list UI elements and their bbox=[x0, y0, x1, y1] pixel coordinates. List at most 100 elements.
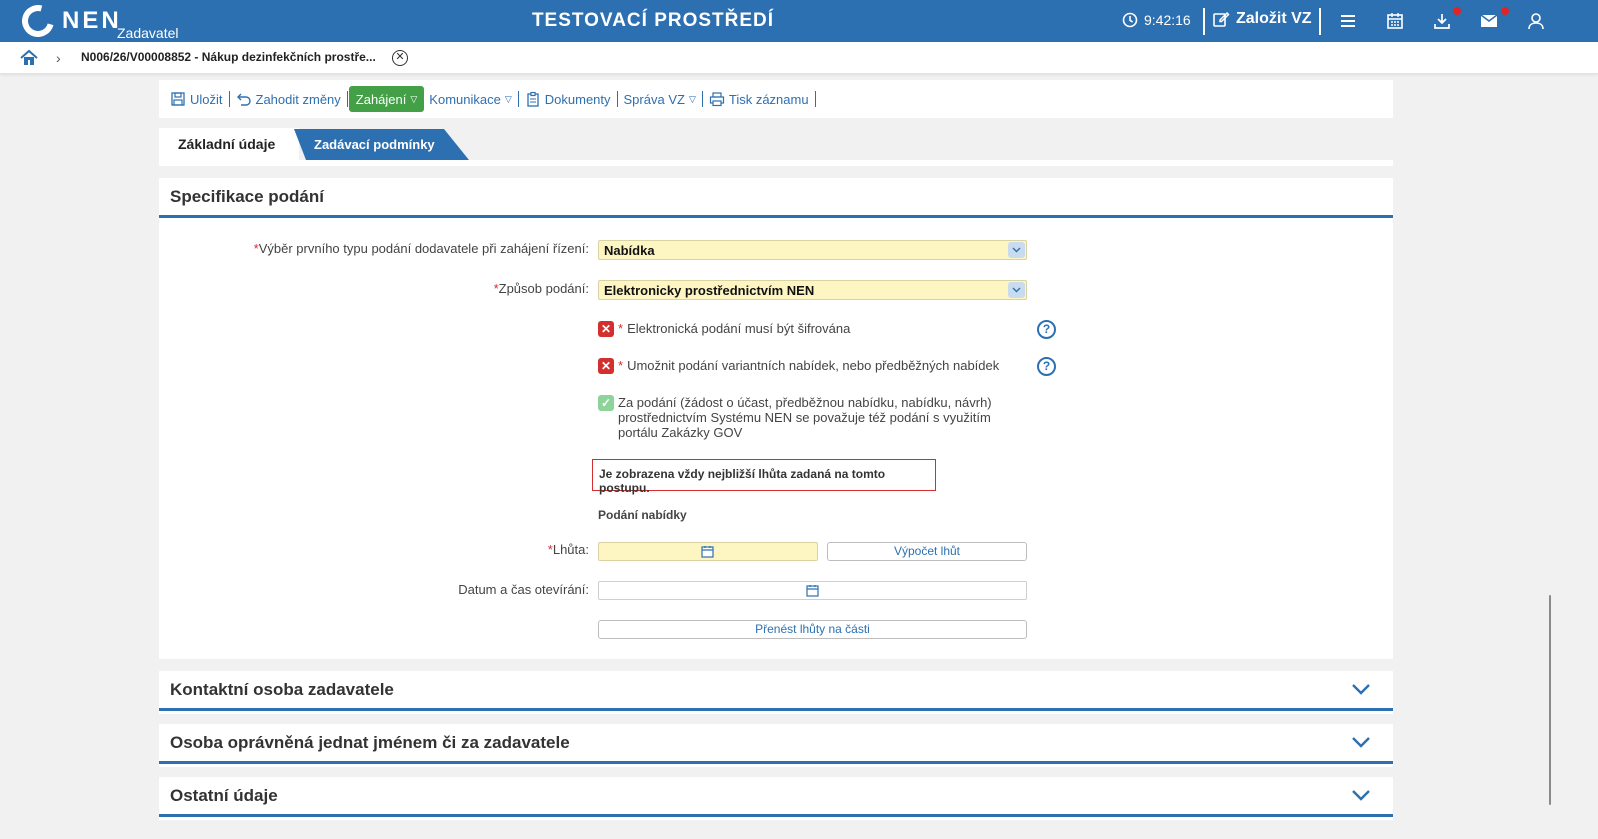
help-icon[interactable]: ? bbox=[1037, 320, 1056, 339]
triangle-down-icon: ▽ bbox=[410, 93, 418, 104]
discard-changes-button[interactable]: Zahodit změny bbox=[231, 88, 346, 110]
printer-icon bbox=[709, 92, 724, 107]
tab-basic-label: Základní údaje bbox=[178, 136, 276, 152]
tab-tender-conditions[interactable]: Zadávací podmínky bbox=[294, 129, 469, 160]
session-clock: 9:42:16 bbox=[1122, 12, 1191, 28]
chevron-down-icon[interactable] bbox=[1351, 682, 1371, 696]
encrypted-checkbox-row: ✕ * Elektronická podání musí být šifrován… bbox=[598, 321, 850, 337]
start-menu-button[interactable]: Zahájení ▽ bbox=[348, 86, 425, 112]
section-title: Ostatní údaje bbox=[170, 785, 278, 805]
tab-bar: Základní údaje Zadávací podmínky bbox=[159, 128, 1393, 160]
contact-person-section[interactable]: Kontaktní osoba zadavatele bbox=[159, 671, 1393, 714]
save-label: Uložit bbox=[190, 91, 223, 107]
help-icon[interactable]: ? bbox=[1037, 357, 1056, 376]
toolbar-divider bbox=[701, 91, 703, 107]
calendar-icon[interactable] bbox=[806, 584, 819, 597]
menu-icon[interactable] bbox=[1338, 11, 1358, 31]
calendar-icon[interactable] bbox=[1385, 11, 1405, 31]
submission-spec-section: Specifikace podání *Výběr prvního typu p… bbox=[159, 178, 1393, 659]
tab-panel-strip bbox=[159, 160, 1393, 166]
documents-button[interactable]: Dokumenty bbox=[520, 88, 616, 110]
deadline-input[interactable] bbox=[598, 542, 818, 561]
create-vz-button[interactable]: Založit VZ bbox=[1212, 10, 1312, 28]
deadline-label: *Lhůta: bbox=[547, 542, 589, 557]
variants-label: Umožnit podání variantních nabídek, nebo… bbox=[627, 358, 1000, 373]
manage-label: Správa VZ bbox=[623, 91, 685, 107]
variants-checkbox-row: ✕ * Umožnit podání variantních nabídek, n… bbox=[598, 358, 999, 374]
method-label-text: Způsob podání: bbox=[498, 281, 589, 296]
checked-icon[interactable]: ✓ bbox=[598, 395, 614, 411]
section-header: Specifikace podání bbox=[159, 178, 1393, 218]
toolbar-divider bbox=[616, 91, 618, 107]
toolbar-divider bbox=[228, 91, 230, 107]
documents-label: Dokumenty bbox=[544, 91, 611, 107]
breadcrumb-title[interactable]: N006/26/V00008852 - Nákup dezinfekčních … bbox=[81, 50, 376, 64]
gov-label: Za podání (žádost o účast, předběžnou na… bbox=[618, 395, 992, 440]
user-icon[interactable] bbox=[1526, 11, 1546, 31]
mail-notification-dot bbox=[1501, 7, 1509, 15]
mail-icon[interactable] bbox=[1479, 11, 1499, 31]
chevron-down-icon[interactable] bbox=[1351, 788, 1371, 802]
tab-basic-data[interactable]: Základní údaje bbox=[159, 128, 299, 160]
communication-menu-button[interactable]: Komunikace ▽ bbox=[424, 88, 516, 110]
scrollbar[interactable] bbox=[1549, 595, 1551, 805]
clock-time: 9:42:16 bbox=[1144, 12, 1191, 28]
chevron-down-icon[interactable] bbox=[1351, 735, 1371, 749]
top-header: NEN Zadavatel TESTOVACÍ PROSTŘEDÍ 9:42:1… bbox=[0, 0, 1598, 43]
chevron-right-icon: › bbox=[56, 50, 61, 66]
unchecked-x-icon[interactable]: ✕ bbox=[598, 358, 614, 374]
download-notification-dot bbox=[1453, 7, 1461, 15]
manage-vz-menu-button[interactable]: Správa VZ ▽ bbox=[619, 88, 701, 110]
transfer-deadlines-button[interactable]: Přenést lhůty na části bbox=[598, 620, 1027, 639]
first-type-value: Nabídka bbox=[604, 243, 655, 258]
deadline-notice: Je zobrazena vždy nejbližší lhůta zadaná… bbox=[592, 459, 936, 495]
home-icon[interactable] bbox=[20, 49, 38, 67]
triangle-down-icon: ▽ bbox=[504, 93, 512, 104]
header-divider bbox=[1203, 8, 1205, 35]
save-icon bbox=[171, 92, 185, 106]
breadcrumb: › N006/26/V00008852 - Nákup dezinfekčníc… bbox=[0, 42, 1598, 74]
section-header[interactable]: Osoba oprávněná jednat jménem či za zada… bbox=[159, 724, 1393, 764]
communication-label: Komunikace bbox=[429, 91, 501, 107]
download-icon[interactable] bbox=[1432, 11, 1452, 31]
first-type-label: *Výběr prvního typu podání dodavatele př… bbox=[253, 241, 589, 256]
section-title: Kontaktní osoba zadavatele bbox=[170, 679, 394, 699]
chevron-down-icon[interactable] bbox=[1008, 282, 1025, 298]
start-label: Zahájení bbox=[355, 91, 407, 107]
opening-label: Datum a čas otevírání: bbox=[458, 582, 589, 597]
clipboard-icon bbox=[527, 91, 539, 107]
other-data-section[interactable]: Ostatní údaje bbox=[159, 777, 1393, 820]
undo-icon bbox=[236, 93, 251, 106]
header-divider bbox=[1319, 8, 1321, 35]
first-type-label-text: Výběr prvního typu podání dodavatele při… bbox=[258, 241, 589, 256]
submission-method-select[interactable]: Elektronicky prostřednictvím NEN bbox=[598, 280, 1027, 300]
deadline-label-text: Lhůta: bbox=[552, 542, 589, 557]
offer-submission-subheading: Podání nabídky bbox=[598, 508, 687, 522]
print-label: Tisk záznamu bbox=[728, 91, 809, 107]
action-toolbar: Uložit Zahodit změny Zahájení ▽ Komunika… bbox=[159, 80, 1393, 118]
print-record-button[interactable]: Tisk záznamu bbox=[704, 88, 814, 110]
close-icon[interactable]: ✕ bbox=[392, 50, 408, 66]
encrypted-label: Elektronická podání musí být šifrována bbox=[627, 321, 851, 336]
create-vz-label: Založit VZ bbox=[1236, 10, 1312, 27]
authorized-person-section[interactable]: Osoba oprávněná jednat jménem či za zada… bbox=[159, 724, 1393, 767]
chevron-down-icon[interactable] bbox=[1008, 242, 1025, 258]
opening-datetime-input[interactable] bbox=[598, 581, 1027, 600]
method-label: *Způsob podání: bbox=[493, 281, 589, 296]
save-button[interactable]: Uložit bbox=[165, 88, 228, 110]
triangle-down-icon: ▽ bbox=[688, 93, 696, 104]
section-header[interactable]: Ostatní údaje bbox=[159, 777, 1393, 817]
unchecked-x-icon[interactable]: ✕ bbox=[598, 321, 614, 337]
gov-checkbox-row: ✓ Za podání (žádost o účast, předběžnou … bbox=[598, 395, 1030, 440]
section-header[interactable]: Kontaktní osoba zadavatele bbox=[159, 671, 1393, 711]
clock-icon bbox=[1122, 12, 1138, 28]
section-title: Osoba oprávněná jednat jménem či za zada… bbox=[170, 732, 570, 752]
tab-conditions-label: Zadávací podmínky bbox=[314, 137, 435, 152]
section-title: Specifikace podání bbox=[170, 186, 324, 206]
first-type-select[interactable]: Nabídka bbox=[598, 240, 1027, 260]
discard-label: Zahodit změny bbox=[255, 91, 341, 107]
calendar-icon[interactable] bbox=[701, 545, 714, 558]
toolbar-divider bbox=[814, 91, 816, 107]
edit-icon bbox=[1213, 11, 1230, 27]
calculate-deadlines-button[interactable]: Výpočet lhůt bbox=[827, 542, 1027, 561]
